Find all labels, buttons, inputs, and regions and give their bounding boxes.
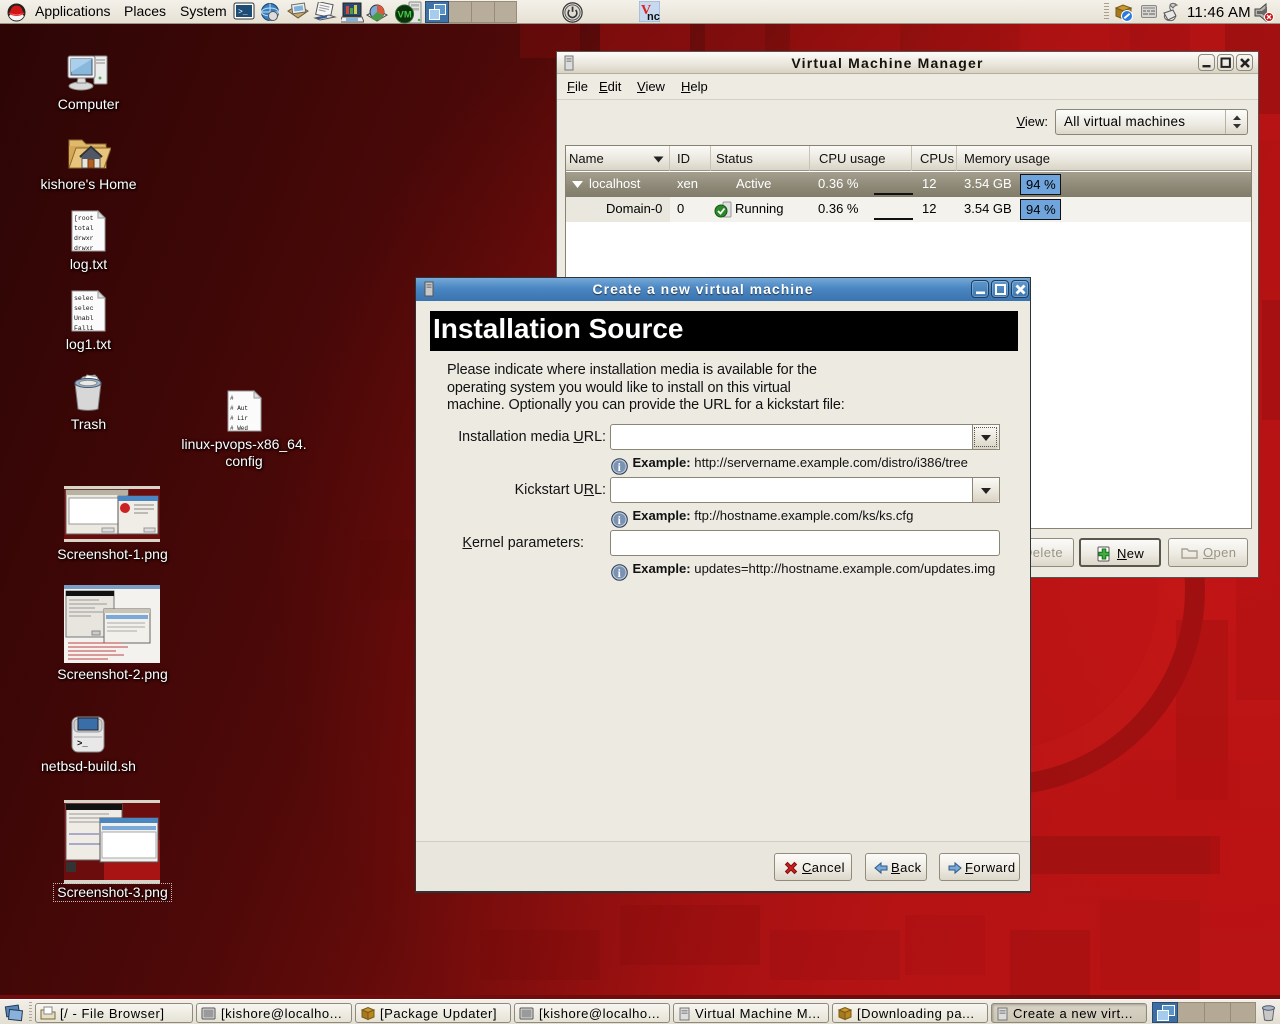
svg-text:# Aut: # Aut [230, 405, 248, 412]
svg-text:Unabl: Unabl [74, 315, 94, 322]
svg-text:drwxr: drwxr [74, 245, 94, 252]
svg-text:total: total [74, 225, 94, 232]
svg-text:Falli: Falli [74, 325, 94, 332]
svg-text:nc: nc [647, 11, 660, 22]
svg-text:#: # [230, 395, 234, 402]
svg-text:selec: selec [74, 295, 94, 302]
svg-text:# Lir: # Lir [230, 415, 248, 422]
svg-text:VM: VM [398, 10, 412, 21]
svg-text:>_: >_ [77, 739, 88, 749]
svg-text:>_: >_ [238, 8, 248, 17]
svg-text:drwxr: drwxr [74, 235, 94, 242]
svg-text:[root: [root [74, 215, 94, 222]
svg-text:# Wed: # Wed [230, 425, 248, 432]
svg-text:selec: selec [74, 305, 94, 312]
